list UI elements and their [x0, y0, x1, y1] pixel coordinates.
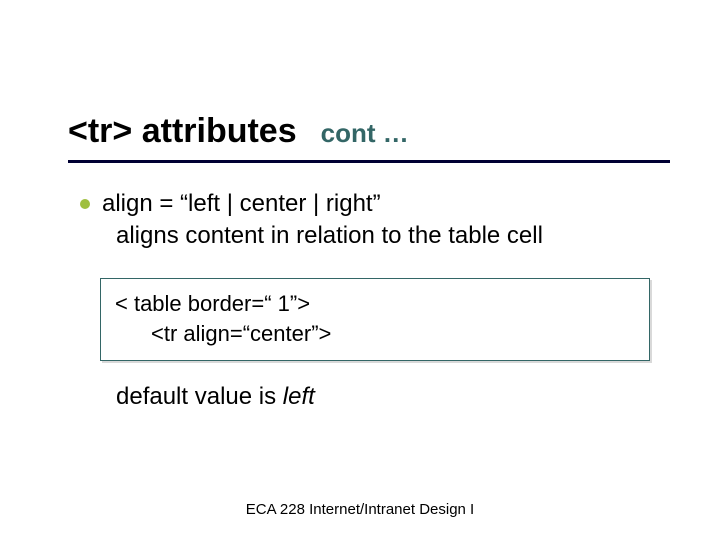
bullet-subtext: aligns content in relation to the table …: [116, 222, 660, 250]
code-example: < table border=“ 1”> <tr align=“center”>: [100, 278, 650, 361]
slide-title: <tr> attributes cont …: [68, 112, 670, 151]
title-underline: [68, 160, 670, 163]
code-line-2: <tr align=“center”>: [151, 319, 635, 349]
title-main: <tr> attributes: [68, 112, 297, 151]
slide: <tr> attributes cont … align = “left | c…: [0, 0, 720, 540]
bullet-icon: [80, 199, 90, 209]
title-sub: cont …: [321, 118, 409, 149]
default-value: left: [283, 383, 315, 410]
bullet-text: align = “left | center | right”: [102, 190, 381, 218]
default-text: default value is: [116, 383, 283, 410]
bullet-row: align = “left | center | right”: [80, 190, 660, 218]
code-line-1: < table border=“ 1”>: [115, 289, 635, 319]
slide-footer: ECA 228 Internet/Intranet Design I: [0, 501, 720, 518]
default-note: default value is left: [116, 383, 660, 411]
slide-body: align = “left | center | right” aligns c…: [80, 190, 660, 411]
